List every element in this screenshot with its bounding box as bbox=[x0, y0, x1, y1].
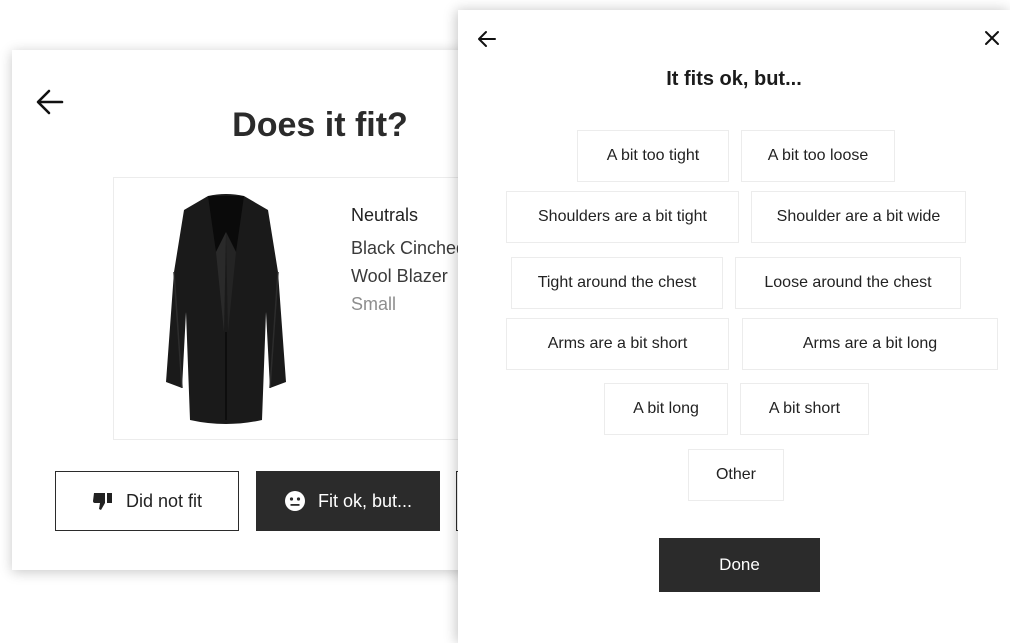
fit-ok-but-label: Fit ok, but... bbox=[317, 490, 413, 511]
option-a-bit-long[interactable]: A bit long bbox=[604, 383, 728, 435]
thumbs-down-icon bbox=[92, 493, 112, 510]
close-icon[interactable] bbox=[982, 28, 1002, 48]
option-a-bit-too-tight[interactable]: A bit too tight bbox=[577, 130, 729, 182]
product-summary: Neutrals Black Cinched Wool Blazer Small bbox=[113, 177, 515, 440]
option-shoulder-wide[interactable]: Shoulder are a bit wide bbox=[751, 191, 966, 243]
done-button[interactable]: Done bbox=[659, 538, 820, 592]
product-brand: Neutrals bbox=[351, 205, 419, 225]
black-blazer-image bbox=[166, 194, 286, 424]
did-not-fit-button[interactable]: Did not fit bbox=[55, 471, 239, 531]
option-shoulders-tight[interactable]: Shoulders are a bit tight bbox=[506, 191, 739, 243]
option-loose-chest[interactable]: Loose around the chest bbox=[735, 257, 961, 309]
back-arrow-icon[interactable] bbox=[476, 28, 498, 50]
panel-title: It fits ok, but... bbox=[666, 68, 802, 90]
option-arms-long[interactable]: Arms are a bit long bbox=[742, 318, 998, 370]
option-other[interactable]: Other bbox=[688, 449, 784, 501]
fit-ok-but-button[interactable]: Fit ok, but... bbox=[256, 471, 440, 531]
option-a-bit-too-loose[interactable]: A bit too loose bbox=[741, 130, 895, 182]
product-size: Small bbox=[351, 294, 397, 314]
page-title: Does it fit? bbox=[232, 106, 408, 144]
fit-feedback-card: Does it fit? Neutrals Black Cinched Wool… bbox=[12, 50, 532, 570]
did-not-fit-label: Did not fit bbox=[125, 490, 203, 511]
option-a-bit-short[interactable]: A bit short bbox=[740, 383, 869, 435]
option-tight-chest[interactable]: Tight around the chest bbox=[511, 257, 723, 309]
fit-details-panel: It fits ok, but... A bit too tight A bit… bbox=[458, 10, 1010, 643]
option-arms-short[interactable]: Arms are a bit short bbox=[506, 318, 729, 370]
neutral-face-icon bbox=[284, 491, 305, 511]
